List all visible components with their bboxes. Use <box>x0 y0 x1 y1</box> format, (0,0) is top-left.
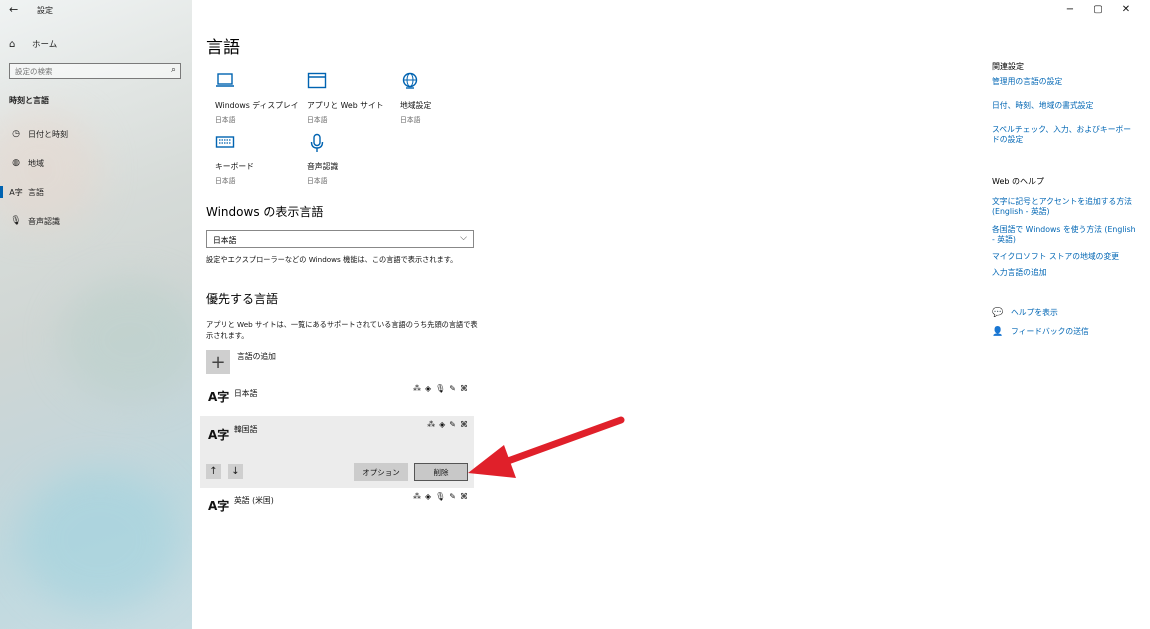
get-help-link[interactable]: 💬 ヘルプを表示 <box>992 307 1058 318</box>
related-settings-heading: 関連設定 <box>992 62 1024 71</box>
feedback-label: フィードバックの送信 <box>1011 327 1089 336</box>
link-add-accents[interactable]: 文字に記号とアクセントを追加する方法 (English - 英語) <box>992 197 1137 217</box>
arrow-shaft <box>504 416 625 465</box>
help-chat-icon: 💬 <box>992 307 1004 318</box>
web-help-heading: Web のヘルプ <box>992 177 1044 186</box>
link-windows-in-languages[interactable]: 各国語で Windows を使う方法 (English - 英語) <box>992 225 1137 245</box>
feedback-link[interactable]: 👤 フィードバックの送信 <box>992 326 1089 337</box>
link-spelling-typing-keyboard[interactable]: スペルチェック、入力、およびキーボードの設定 <box>992 125 1137 145</box>
arrow-head <box>468 445 516 478</box>
link-store-region[interactable]: マイクロソフト ストアの地域の変更 <box>992 252 1137 262</box>
feedback-icon: 👤 <box>992 326 1004 337</box>
link-date-time-region-format[interactable]: 日付、時刻、地域の書式設定 <box>992 101 1137 111</box>
red-callout-arrow <box>468 416 625 478</box>
get-help-label: ヘルプを表示 <box>1011 308 1058 317</box>
link-add-input-language[interactable]: 入力言語の追加 <box>992 268 1137 278</box>
link-admin-language[interactable]: 管理用の言語の設定 <box>992 77 1137 87</box>
